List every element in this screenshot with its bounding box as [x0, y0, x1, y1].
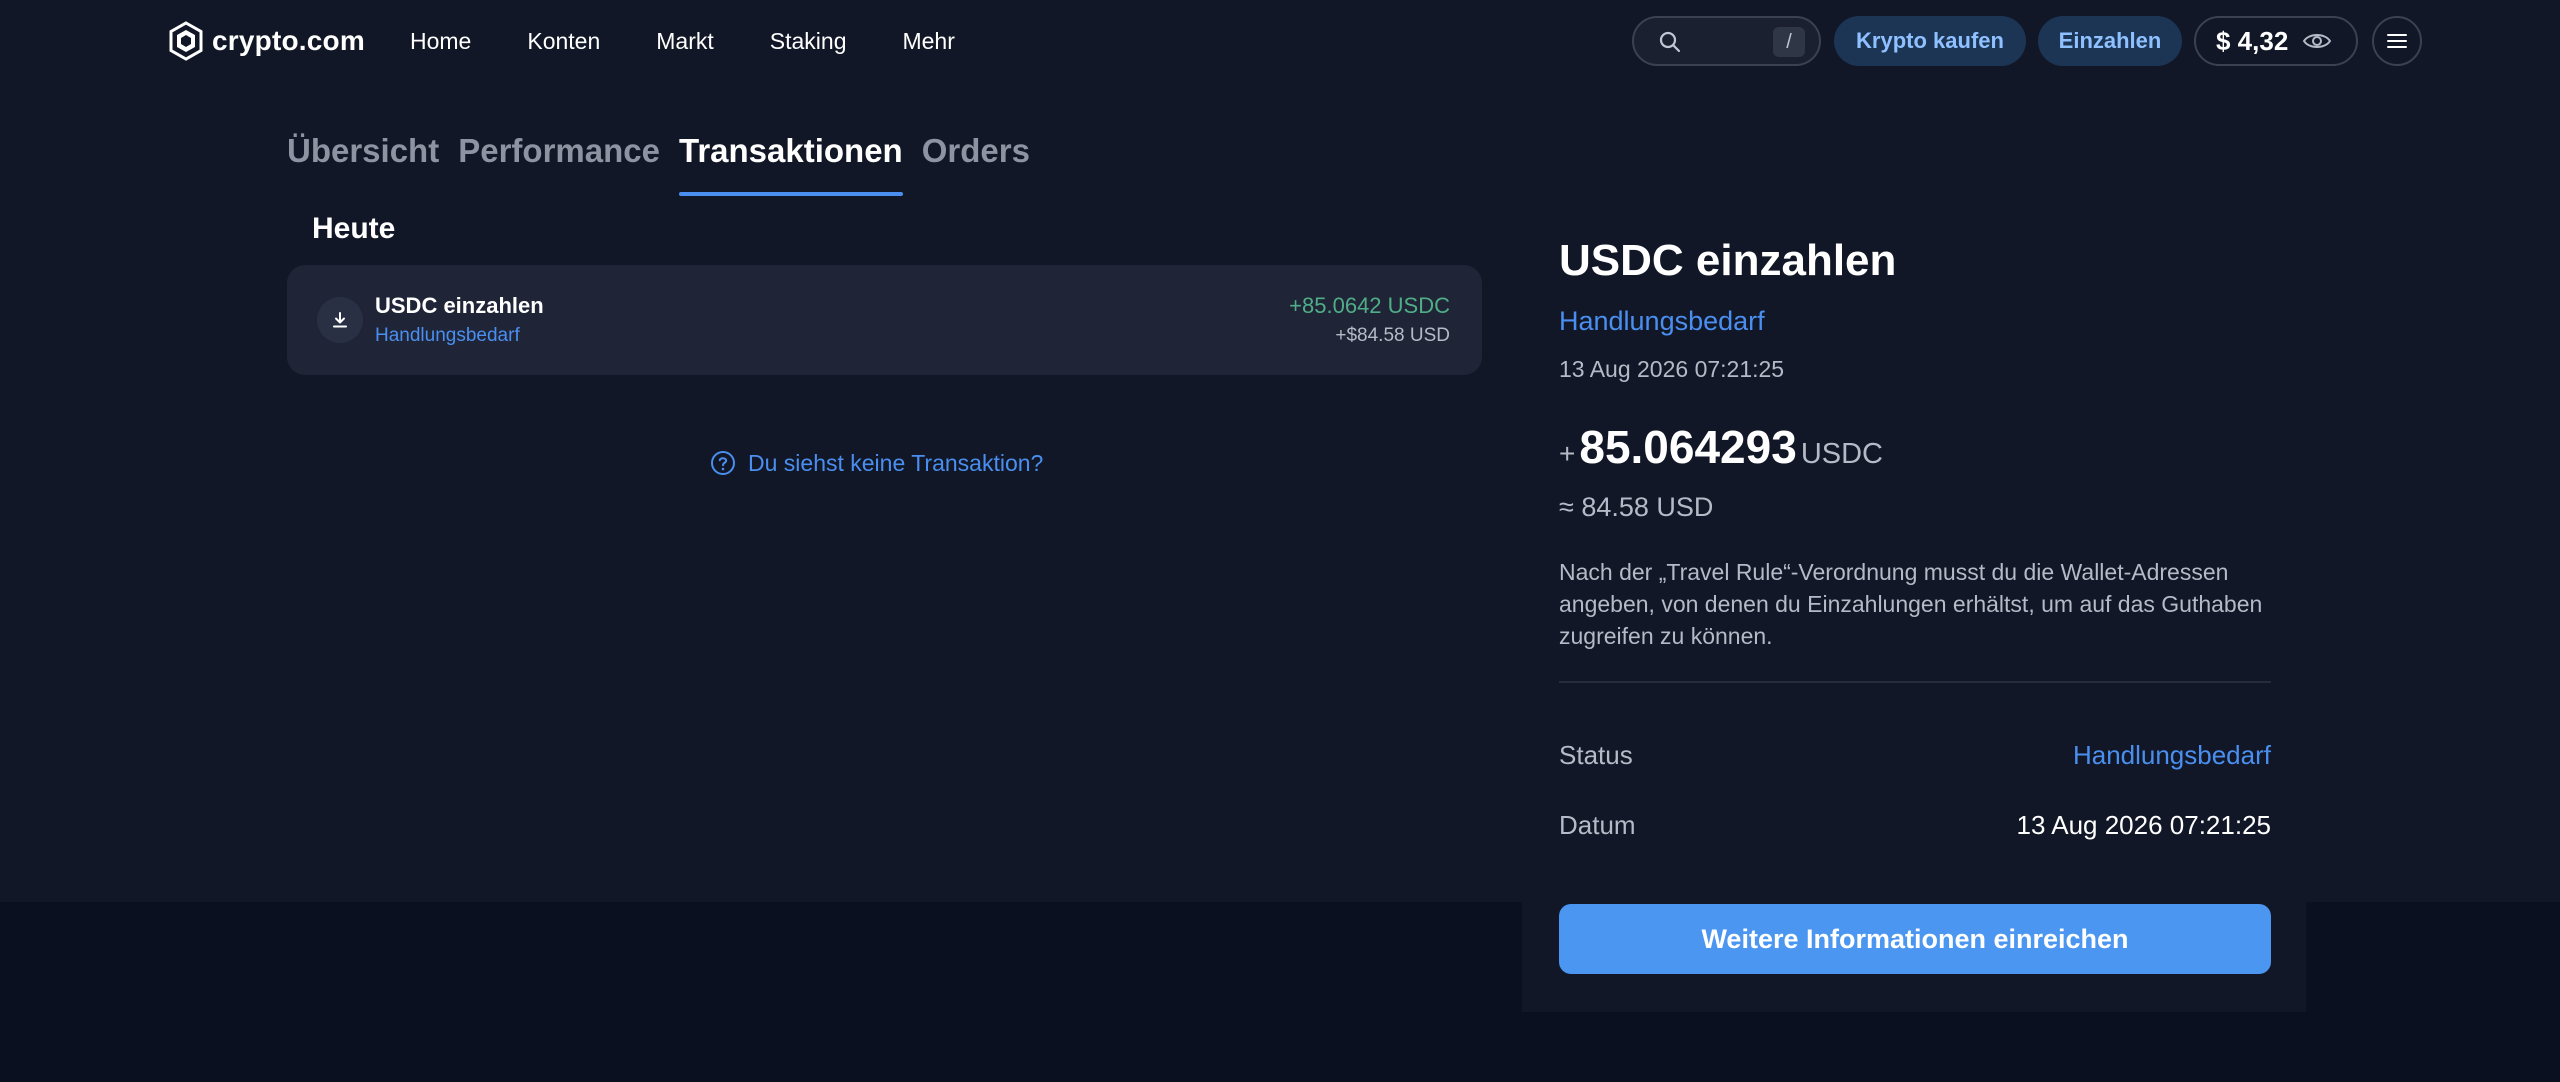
tab-orders[interactable]: Orders — [922, 132, 1030, 196]
missing-transaction-link[interactable]: Du siehst keine Transaktion? — [710, 448, 1043, 478]
detail-amount-value: 85.064293 — [1579, 421, 1797, 473]
detail-row-status: Status Handlungsbedarf — [1559, 737, 2271, 773]
crypto-logo-icon — [169, 21, 203, 61]
detail-amount-unit: USDC — [1800, 438, 1883, 470]
transaction-status: Handlungsbedarf — [375, 325, 520, 346]
date-label: Datum — [1559, 809, 1636, 840]
detail-amount-sign: + — [1559, 438, 1576, 469]
status-label: Status — [1559, 739, 1633, 770]
download-icon — [333, 312, 347, 328]
transaction-amount: +85.0642 USDC — [1289, 293, 1450, 318]
nav-mehr[interactable]: Mehr — [902, 28, 954, 55]
account-tabs: Übersicht Performance Transaktionen Orde… — [287, 132, 1030, 196]
tab-transaktionen[interactable]: Transaktionen — [678, 132, 903, 196]
travel-rule-note: Nach der „Travel Rule“-Verordnung musst … — [1559, 559, 2263, 649]
date-value: 13 Aug 2026 07:21:25 — [2016, 809, 2271, 840]
detail-amount: + 85.064293 USDC — [1559, 420, 1883, 474]
eye-icon[interactable] — [2302, 30, 2332, 52]
missing-transaction-text: Du siehst keine Transaktion? — [748, 449, 1044, 476]
menu-icon — [2387, 34, 2407, 48]
transaction-row[interactable]: USDC einzahlen Handlungsbedarf +85.0642 … — [287, 265, 1482, 375]
divider — [1559, 681, 2271, 683]
nav-konten[interactable]: Konten — [527, 28, 600, 55]
logo-text: crypto.com — [212, 25, 365, 56]
detail-date: 13 Aug 2026 07:21:25 — [1559, 356, 1785, 382]
nav-staking[interactable]: Staking — [770, 28, 847, 55]
detail-row-date: Datum 13 Aug 2026 07:21:25 — [1559, 807, 2271, 843]
question-circle-icon — [711, 451, 735, 475]
status-value[interactable]: Handlungsbedarf — [2073, 740, 2271, 771]
transaction-type-icon — [317, 297, 363, 343]
main-nav: Home Konten Markt Staking Mehr — [410, 0, 1011, 82]
nav-markt[interactable]: Markt — [656, 28, 714, 55]
tab-performance[interactable]: Performance — [458, 132, 660, 196]
transaction-usd-value: +$84.58 USD — [1335, 325, 1450, 346]
menu-button[interactable] — [2372, 16, 2422, 66]
brand-logo[interactable]: crypto.com — [168, 20, 365, 62]
detail-status-link[interactable]: Handlungsbedarf — [1559, 306, 1765, 337]
detail-approx-usd: ≈ 84.58 USD — [1559, 492, 1714, 522]
detail-title: USDC einzahlen — [1559, 236, 1897, 285]
tab-uebersicht[interactable]: Übersicht — [287, 132, 439, 196]
transaction-detail-panel: USDC einzahlen Handlungsbedarf 13 Aug 20… — [1522, 0, 2306, 1012]
nav-home[interactable]: Home — [410, 28, 471, 55]
submit-info-button[interactable]: Weitere Informationen einreichen — [1559, 904, 2271, 974]
date-group-title: Heute — [312, 212, 396, 245]
transaction-title: USDC einzahlen — [375, 293, 544, 318]
